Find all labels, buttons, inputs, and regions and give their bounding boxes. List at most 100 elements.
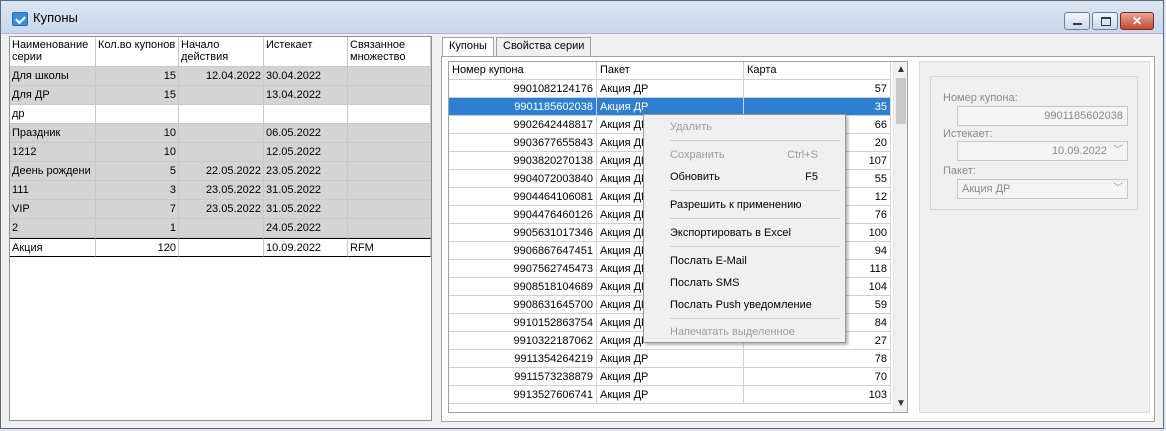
coupon-number-field[interactable]: 9901185602038	[957, 106, 1128, 126]
tab-coupons[interactable]: Купоны	[442, 37, 494, 57]
series-cell[interactable]	[179, 238, 264, 257]
col-header-series-name[interactable]: Наименование серии	[10, 37, 96, 67]
menu-item-send-email[interactable]: Послать E-Mail	[645, 251, 844, 271]
series-cell[interactable]	[348, 143, 431, 162]
series-cell[interactable]: 2	[10, 219, 96, 238]
coupon-cell[interactable]: 9901185602038	[449, 98, 597, 116]
coupon-cell[interactable]: 9901082124176	[449, 80, 597, 98]
series-cell[interactable]: 31.05.2022	[264, 200, 348, 219]
coupon-row[interactable]: 9911573238879 Акция ДР 70	[449, 368, 891, 386]
series-cell[interactable]: Деень рождени	[10, 162, 96, 181]
coupon-cell[interactable]: 9911573238879	[449, 368, 597, 386]
close-button[interactable]: ✕	[1120, 12, 1154, 30]
series-row[interactable]: Праздник 10 06.05.2022	[10, 124, 431, 143]
series-cell[interactable]	[348, 219, 431, 238]
series-cell[interactable]	[348, 200, 431, 219]
series-row[interactable]: 111 3 23.05.2022 31.05.2022	[10, 181, 431, 200]
col-header-linked-set[interactable]: Связанное множество	[348, 37, 431, 67]
series-cell[interactable]	[179, 143, 264, 162]
coupon-cell[interactable]: 9904464106081	[449, 188, 597, 206]
coupon-cell[interactable]: 9904476460126	[449, 206, 597, 224]
series-cell[interactable]: Акция	[10, 238, 96, 257]
series-row[interactable]: 2 1 24.05.2022	[10, 219, 431, 238]
series-cell[interactable]: 7	[96, 200, 179, 219]
series-cell[interactable]: 31.05.2022	[264, 181, 348, 200]
scroll-up-icon[interactable]: ▲	[895, 64, 907, 76]
series-cell[interactable]: 22.05.2022	[179, 162, 264, 181]
series-row[interactable]: Для ДР 15 13.04.2022	[10, 86, 431, 105]
tab-series-properties[interactable]: Свойства серии	[496, 37, 592, 56]
series-cell[interactable]	[348, 124, 431, 143]
coupon-cell[interactable]: 9906867647451	[449, 242, 597, 260]
coupon-cell[interactable]: 9902642448817	[449, 116, 597, 134]
series-row[interactable]: Акция 120 10.09.2022 RFM	[10, 238, 431, 257]
series-cell[interactable]: 10	[96, 143, 179, 162]
series-cell[interactable]: 23.05.2022	[179, 200, 264, 219]
col-header-coupon-count[interactable]: Кол.во купонов	[96, 37, 179, 67]
coupon-row[interactable]: 9913527606741 Акция ДР 103	[449, 386, 891, 404]
coupon-row[interactable]: 9911354264219 Акция ДР 78	[449, 350, 891, 368]
series-cell[interactable]: 06.05.2022	[264, 124, 348, 143]
maximize-button[interactable]	[1092, 12, 1118, 30]
series-row[interactable]: др	[10, 105, 431, 124]
coupon-cell[interactable]: 78	[744, 350, 891, 368]
series-cell[interactable]: 15	[96, 67, 179, 86]
menu-item-refresh[interactable]: Обновить F5	[645, 167, 844, 187]
minimize-button[interactable]	[1064, 12, 1090, 30]
coupon-cell[interactable]: 9905631017346	[449, 224, 597, 242]
series-cell[interactable]: 10.09.2022	[264, 238, 348, 257]
coupon-cell[interactable]: 9903820270138	[449, 152, 597, 170]
coupon-cell[interactable]: 9913527606741	[449, 386, 597, 404]
coupon-cell[interactable]: 9911354264219	[449, 350, 597, 368]
coupon-cell[interactable]: 9904072003840	[449, 170, 597, 188]
menu-item-save[interactable]: Сохранить Ctrl+S	[645, 145, 844, 165]
coupon-cell[interactable]: 9908518104689	[449, 278, 597, 296]
series-cell[interactable]	[179, 124, 264, 143]
coupon-cell[interactable]: Акция ДР	[597, 350, 744, 368]
series-cell[interactable]	[348, 67, 431, 86]
expires-date-field[interactable]: 10.09.2022 ﹀	[957, 141, 1128, 161]
series-cell[interactable]: 30.04.2022	[264, 67, 348, 86]
series-cell[interactable]: 23.05.2022	[264, 162, 348, 181]
series-cell[interactable]: 24.05.2022	[264, 219, 348, 238]
coupon-cell[interactable]: Акция ДР	[597, 368, 744, 386]
scroll-thumb[interactable]	[896, 78, 906, 124]
menu-item-allow-use[interactable]: Разрешить к применению	[645, 195, 844, 215]
series-cell[interactable]	[96, 105, 179, 124]
series-cell[interactable]	[348, 105, 431, 124]
series-cell[interactable]: VIP	[10, 200, 96, 219]
series-grid[interactable]: Наименование серии Кол.во купонов Начало…	[9, 36, 432, 421]
coupon-cell[interactable]: 70	[744, 368, 891, 386]
coupon-cell[interactable]: 9907562745473	[449, 260, 597, 278]
menu-item-send-push[interactable]: Послать Push уведомление	[645, 295, 844, 315]
series-cell[interactable]: 1	[96, 219, 179, 238]
series-cell[interactable]	[348, 162, 431, 181]
package-select[interactable]: Акция ДР ﹀	[957, 179, 1128, 199]
series-cell[interactable]: 120	[96, 238, 179, 257]
coupon-cell[interactable]: 9903677655843	[449, 134, 597, 152]
series-cell[interactable]: 12.05.2022	[264, 143, 348, 162]
series-cell[interactable]	[348, 181, 431, 200]
series-cell[interactable]: Праздник	[10, 124, 96, 143]
col-header-coupon-number[interactable]: Номер купона	[449, 62, 597, 80]
series-cell[interactable]: Для ДР	[10, 86, 96, 105]
series-cell[interactable]: 13.04.2022	[264, 86, 348, 105]
series-row[interactable]: Для школы 15 12.04.2022 30.04.2022	[10, 67, 431, 86]
menu-item-export-excel[interactable]: Экспортировать в Excel	[645, 223, 844, 243]
coupon-cell[interactable]: 9910322187062	[449, 332, 597, 350]
series-cell[interactable]: 111	[10, 181, 96, 200]
series-cell[interactable]: 23.05.2022	[179, 181, 264, 200]
series-cell[interactable]: 3	[96, 181, 179, 200]
scroll-down-icon[interactable]: ▼	[895, 398, 907, 410]
series-cell[interactable]: Для школы	[10, 67, 96, 86]
series-cell[interactable]: 12.04.2022	[179, 67, 264, 86]
menu-item-send-sms[interactable]: Послать SMS	[645, 273, 844, 293]
series-row[interactable]: Деень рождени 5 22.05.2022 23.05.2022	[10, 162, 431, 181]
coupon-row[interactable]: 9901082124176 Акция ДР 57	[449, 80, 891, 98]
coupon-cell[interactable]: Акция ДР	[597, 80, 744, 98]
coupon-cell[interactable]: 57	[744, 80, 891, 98]
coupon-cell[interactable]: 9908631645700	[449, 296, 597, 314]
series-cell[interactable]	[348, 86, 431, 105]
series-row[interactable]: 1212 10 12.05.2022	[10, 143, 431, 162]
coupon-cell[interactable]: 9910152863754	[449, 314, 597, 332]
